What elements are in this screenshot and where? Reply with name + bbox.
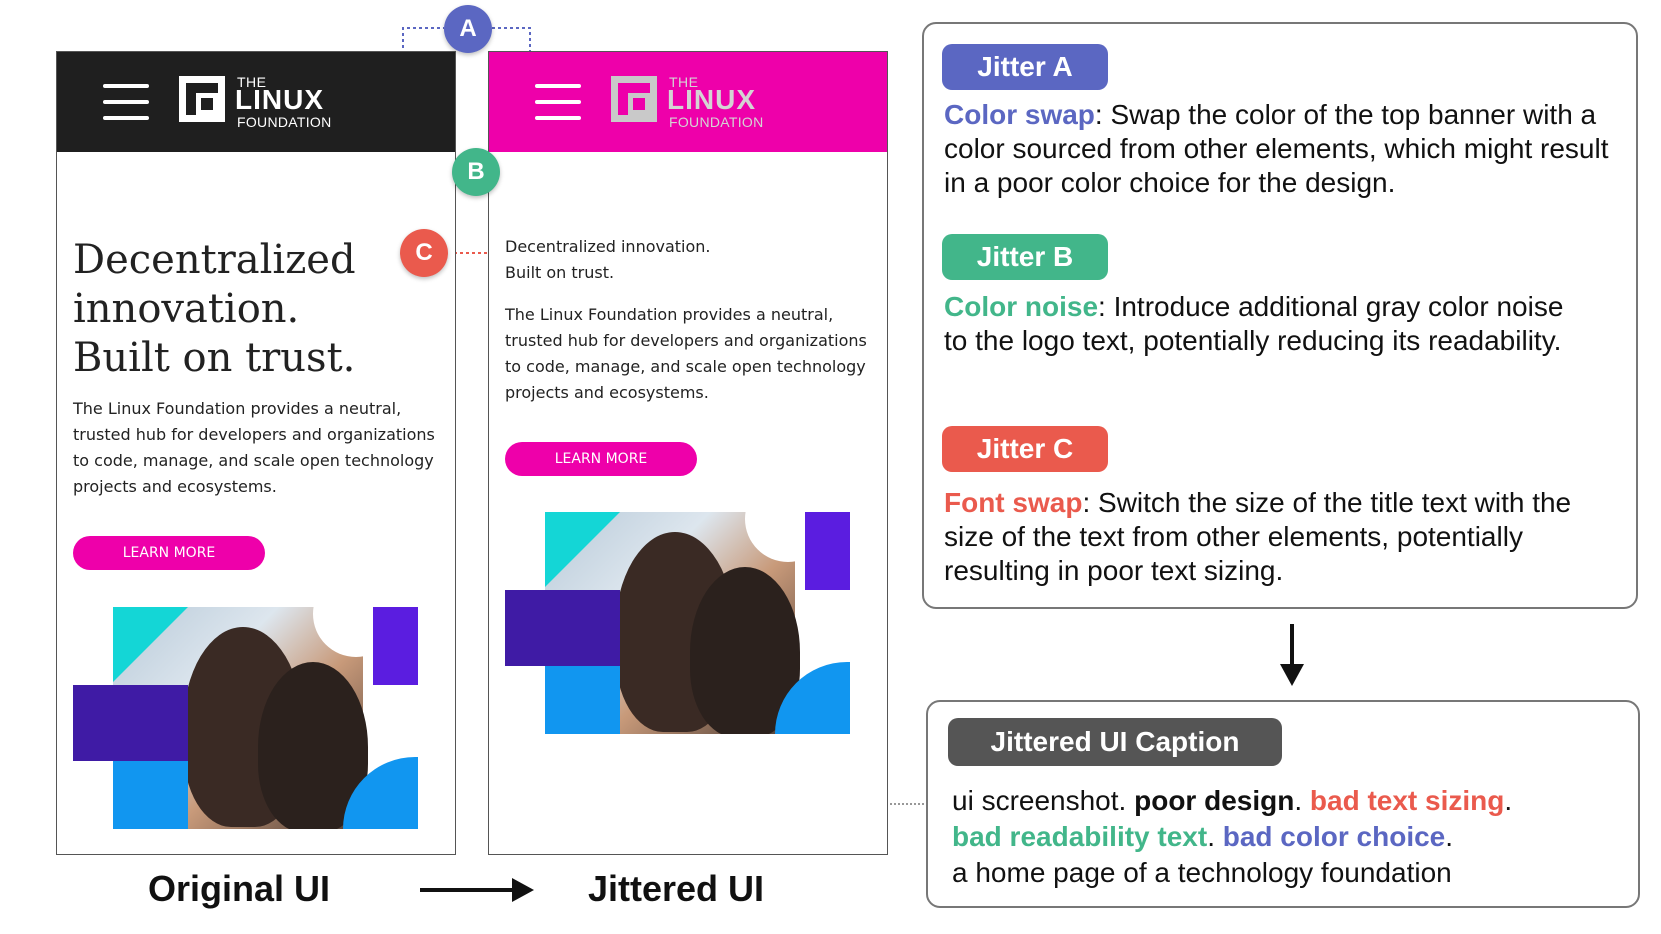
logo-foundation: FOUNDATION [237, 114, 332, 130]
caption-period: . [1504, 785, 1513, 816]
caption-line-2: bad readability text. bad color choice. [952, 820, 1453, 854]
logo-mark-icon [611, 76, 657, 122]
jitter-b-description: Color noise: Introduce additional gray c… [944, 290, 1584, 358]
right-arrow-head [512, 878, 534, 902]
caption-bad-color-choice: bad color choice [1222, 821, 1446, 852]
jitter-a-description: Color swap: Swap the color of the top ba… [944, 98, 1624, 200]
jitter-b-pill: Jitter B [942, 234, 1108, 280]
logo-mark-icon [179, 76, 225, 122]
caption-poor-design: poor design [1134, 785, 1295, 816]
caption-separator: . [1294, 785, 1310, 816]
hero-collage-image [73, 607, 418, 829]
jittered-ui-caption-panel: Jittered UI Caption ui screenshot. poor … [926, 700, 1640, 908]
blue-block-shape [113, 761, 188, 829]
logo-linux: LINUX [667, 84, 756, 115]
badge-c: C [400, 229, 448, 277]
learn-more-button[interactable]: LEARN MORE [73, 536, 265, 570]
jitter-b-key: Color noise [944, 291, 1099, 322]
original-ui-label: Original UI [148, 868, 331, 909]
jitter-c-pill: Jitter C [942, 426, 1108, 472]
blue-block-shape [545, 666, 620, 734]
caption-text: ui screenshot. [952, 785, 1135, 816]
jitter-c-key: Font swap [944, 487, 1083, 518]
jittered-top-banner: THE LINUX FOUNDATION [489, 52, 887, 152]
original-ui-mockup: THE LINUX FOUNDATION Decentralized innov… [56, 51, 456, 855]
original-top-banner: THE LINUX FOUNDATION [57, 52, 455, 152]
intro-paragraph: The Linux Foundation provides a neutral,… [73, 399, 435, 496]
cyan-triangle-shape [545, 512, 620, 587]
jitter-a-pill: Jitter A [942, 44, 1108, 90]
badge-b: B [452, 148, 500, 196]
caption-header-pill: Jittered UI Caption [948, 718, 1282, 766]
page-title: Decentralized innovation. Built on trust… [505, 237, 711, 282]
page-title: Decentralized innovation. Built on trust… [73, 237, 356, 381]
jitter-c-description: Font swap: Switch the size of the title … [944, 486, 1584, 588]
down-arrow-head [1280, 664, 1304, 686]
caption-period: . [1445, 821, 1454, 852]
indigo-block-shape [505, 590, 620, 666]
intro-paragraph: The Linux Foundation provides a neutral,… [505, 305, 867, 402]
hamburger-menu-icon[interactable] [103, 84, 149, 120]
logo-foundation: FOUNDATION [669, 114, 764, 130]
hamburger-menu-icon[interactable] [535, 84, 581, 120]
purple-square-shape [373, 607, 418, 685]
logo-linux: LINUX [235, 84, 324, 115]
hero-collage-image [505, 512, 850, 734]
caption-line-1: ui screenshot. poor design. bad text siz… [952, 784, 1512, 818]
caption-separator: . [1207, 821, 1223, 852]
jitter-descriptions-panel: Jitter A Color swap: Swap the color of t… [922, 22, 1638, 609]
purple-square-shape [805, 512, 850, 590]
badge-a: A [444, 5, 492, 53]
jittered-ui-label: Jittered UI [588, 868, 765, 909]
indigo-block-shape [73, 685, 188, 761]
caption-line-3: a home page of a technology foundation [952, 857, 1452, 888]
caption-bad-readability: bad readability text [952, 821, 1208, 852]
caption-bad-text-sizing: bad text sizing [1309, 785, 1505, 816]
cyan-triangle-shape [113, 607, 188, 682]
jittered-ui-mockup: THE LINUX FOUNDATION Decentralized innov… [488, 51, 888, 855]
learn-more-button[interactable]: LEARN MORE [505, 442, 697, 476]
jitter-a-key: Color swap [944, 99, 1095, 130]
